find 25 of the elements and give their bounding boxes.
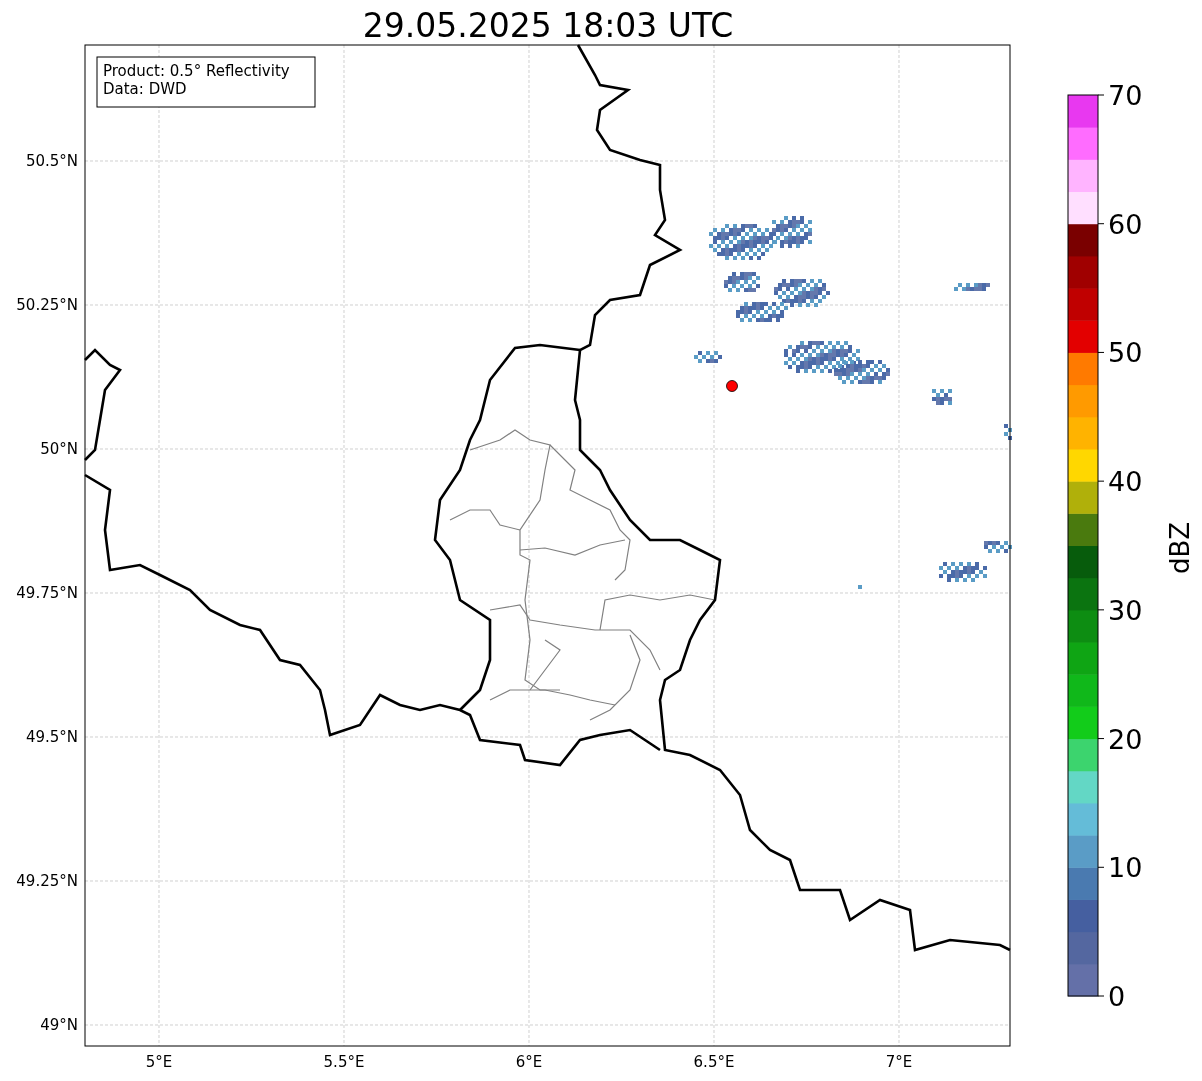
colorbar-tick-label: 40 [1108,466,1143,498]
latitude-label: 50.5°N [25,152,78,170]
colorbar-tick-label: 70 [1108,80,1143,111]
info-text: Product: 0.5° Reflectivity [103,62,290,80]
latitude-label: 50°N [40,440,78,458]
info-text: Data: DWD [103,80,187,98]
latitude-label: 50.25°N [16,296,78,314]
colorbar-tick-label: 20 [1108,723,1143,755]
colorbar-label: dBZ [1165,521,1195,575]
longitude-label: 6.5°E [693,1053,735,1071]
colorbar-tick-label: 0 [1108,981,1126,1012]
colorbar-tick-label: 10 [1108,852,1143,884]
colorbar-tick-label: 30 [1108,594,1143,626]
latitude-label: 49.25°N [16,872,78,890]
colorbar-tick-label: 60 [1108,208,1143,240]
longitude-label: 7°E [885,1053,913,1071]
longitude-label: 6°E [515,1053,543,1071]
latitude-label: 49.5°N [25,728,78,746]
latitude-label: 49.75°N [16,584,78,602]
latitude-label: 49°N [40,1016,78,1034]
longitude-label: 5°E [145,1053,173,1071]
colorbar-tick-label: 50 [1108,337,1143,369]
longitude-label: 5.5°E [323,1053,365,1071]
chart-title: 29.05.2025 18:03 UTC [362,6,734,45]
radar-station-marker [726,380,738,392]
